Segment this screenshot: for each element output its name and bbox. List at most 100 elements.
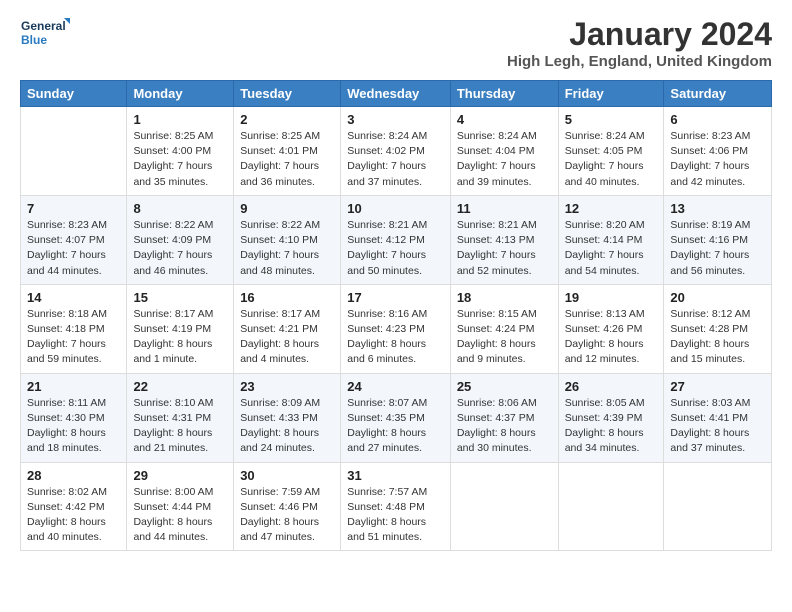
calendar-cell: 18 Sunrise: 8:15 AM Sunset: 4:24 PM Dayli… [450,284,558,373]
calendar-cell: 17Sunrise: 8:16 AM Sunset: 4:23 PM Dayli… [341,284,451,373]
day-number: 11 [457,201,552,216]
calendar-cell: 4Sunrise: 8:24 AM Sunset: 4:04 PM Daylig… [450,107,558,196]
week-row-3: 14Sunrise: 8:18 AM Sunset: 4:18 PM Dayli… [21,284,772,373]
day-number: 8 [133,201,227,216]
day-info: Sunrise: 8:18 AM Sunset: 4:18 PM Dayligh… [27,307,120,368]
logo: General Blue [20,16,70,52]
calendar-cell: 25Sunrise: 8:06 AM Sunset: 4:37 PM Dayli… [450,373,558,462]
week-row-2: 7Sunrise: 8:23 AM Sunset: 4:07 PM Daylig… [21,195,772,284]
calendar-cell: 5 Sunrise: 8:24 AM Sunset: 4:05 PM Daylig… [558,107,664,196]
day-info: Sunrise: 8:22 AM Sunset: 4:10 PM Dayligh… [240,218,334,279]
day-info: Sunrise: 8:00 AM Sunset: 4:44 PM Dayligh… [133,485,227,546]
calendar-cell: 30Sunrise: 7:59 AM Sunset: 4:46 PM Dayli… [234,462,341,551]
day-number: 29 [133,468,227,483]
day-number: 9 [240,201,334,216]
day-number: 20 [670,290,765,305]
week-row-5: 28 Sunrise: 8:02 AM Sunset: 4:42 PM Dayli… [21,462,772,551]
day-info: Sunrise: 8:06 AM Sunset: 4:37 PM Dayligh… [457,396,552,457]
logo-svg: General Blue [20,16,70,52]
day-info: Sunrise: 8:03 AM Sunset: 4:41 PM Dayligh… [670,396,765,457]
calendar-cell: 3Sunrise: 8:24 AM Sunset: 4:02 PM Daylig… [341,107,451,196]
calendar-cell: 16 Sunrise: 8:17 AM Sunset: 4:21 PM Dayli… [234,284,341,373]
calendar-cell [21,107,127,196]
header-wednesday: Wednesday [341,81,451,107]
calendar-cell: 22 Sunrise: 8:10 AM Sunset: 4:31 PM Dayli… [127,373,234,462]
calendar-cell: 9 Sunrise: 8:22 AM Sunset: 4:10 PM Daylig… [234,195,341,284]
header-friday: Friday [558,81,664,107]
day-info: Sunrise: 8:19 AM Sunset: 4:16 PM Dayligh… [670,218,765,279]
day-info: Sunrise: 8:02 AM Sunset: 4:42 PM Dayligh… [27,485,120,546]
calendar-body: 1Sunrise: 8:25 AM Sunset: 4:00 PM Daylig… [21,107,772,551]
day-info: Sunrise: 8:21 AM Sunset: 4:12 PM Dayligh… [347,218,444,279]
calendar-cell: 28 Sunrise: 8:02 AM Sunset: 4:42 PM Dayli… [21,462,127,551]
day-number: 16 [240,290,334,305]
calendar-cell: 27 Sunrise: 8:03 AM Sunset: 4:41 PM Dayli… [664,373,772,462]
day-info: Sunrise: 8:23 AM Sunset: 4:06 PM Dayligh… [670,129,765,190]
day-info: Sunrise: 8:10 AM Sunset: 4:31 PM Dayligh… [133,396,227,457]
calendar-header-row: SundayMondayTuesdayWednesdayThursdayFrid… [21,81,772,107]
header-saturday: Saturday [664,81,772,107]
calendar-cell: 26 Sunrise: 8:05 AM Sunset: 4:39 PM Dayli… [558,373,664,462]
week-row-4: 21 Sunrise: 8:11 AM Sunset: 4:30 PM Dayli… [21,373,772,462]
day-info: Sunrise: 8:17 AM Sunset: 4:19 PM Dayligh… [133,307,227,368]
header-monday: Monday [127,81,234,107]
calendar-cell [664,462,772,551]
day-number: 4 [457,112,552,127]
day-info: Sunrise: 8:21 AM Sunset: 4:13 PM Dayligh… [457,218,552,279]
day-number: 21 [27,379,120,394]
calendar-cell: 6 Sunrise: 8:23 AM Sunset: 4:06 PM Daylig… [664,107,772,196]
day-number: 27 [670,379,765,394]
day-number: 10 [347,201,444,216]
day-number: 23 [240,379,334,394]
calendar-cell: 31Sunrise: 7:57 AM Sunset: 4:48 PM Dayli… [341,462,451,551]
calendar-cell: 2 Sunrise: 8:25 AM Sunset: 4:01 PM Daylig… [234,107,341,196]
calendar-cell [450,462,558,551]
day-number: 22 [133,379,227,394]
day-info: Sunrise: 8:25 AM Sunset: 4:00 PM Dayligh… [133,129,227,190]
calendar-cell: 15 Sunrise: 8:17 AM Sunset: 4:19 PM Dayli… [127,284,234,373]
day-info: Sunrise: 8:13 AM Sunset: 4:26 PM Dayligh… [565,307,658,368]
calendar-cell: 23 Sunrise: 8:09 AM Sunset: 4:33 PM Dayli… [234,373,341,462]
day-number: 2 [240,112,334,127]
calendar-cell: 13 Sunrise: 8:19 AM Sunset: 4:16 PM Dayli… [664,195,772,284]
day-info: Sunrise: 8:15 AM Sunset: 4:24 PM Dayligh… [457,307,552,368]
page: General Blue January 2024 High Legh, Eng… [0,0,792,561]
header-tuesday: Tuesday [234,81,341,107]
calendar-cell: 7Sunrise: 8:23 AM Sunset: 4:07 PM Daylig… [21,195,127,284]
calendar-cell: 11 Sunrise: 8:21 AM Sunset: 4:13 PM Dayli… [450,195,558,284]
day-number: 15 [133,290,227,305]
day-info: Sunrise: 8:11 AM Sunset: 4:30 PM Dayligh… [27,396,120,457]
day-number: 28 [27,468,120,483]
calendar-cell: 12 Sunrise: 8:20 AM Sunset: 4:14 PM Dayli… [558,195,664,284]
location: High Legh, England, United Kingdom [507,53,772,70]
svg-text:Blue: Blue [21,33,47,47]
day-number: 18 [457,290,552,305]
day-info: Sunrise: 8:09 AM Sunset: 4:33 PM Dayligh… [240,396,334,457]
day-info: Sunrise: 8:20 AM Sunset: 4:14 PM Dayligh… [565,218,658,279]
day-number: 13 [670,201,765,216]
header-thursday: Thursday [450,81,558,107]
week-row-1: 1Sunrise: 8:25 AM Sunset: 4:00 PM Daylig… [21,107,772,196]
day-number: 19 [565,290,658,305]
calendar-cell: 14Sunrise: 8:18 AM Sunset: 4:18 PM Dayli… [21,284,127,373]
day-info: Sunrise: 7:57 AM Sunset: 4:48 PM Dayligh… [347,485,444,546]
calendar-cell: 20Sunrise: 8:12 AM Sunset: 4:28 PM Dayli… [664,284,772,373]
title-block: January 2024 High Legh, England, United … [507,16,772,70]
day-number: 7 [27,201,120,216]
day-info: Sunrise: 8:24 AM Sunset: 4:05 PM Dayligh… [565,129,658,190]
day-number: 24 [347,379,444,394]
svg-text:General: General [21,19,66,33]
calendar-cell: 1Sunrise: 8:25 AM Sunset: 4:00 PM Daylig… [127,107,234,196]
calendar-cell [558,462,664,551]
day-info: Sunrise: 8:25 AM Sunset: 4:01 PM Dayligh… [240,129,334,190]
day-number: 6 [670,112,765,127]
calendar-cell: 10 Sunrise: 8:21 AM Sunset: 4:12 PM Dayli… [341,195,451,284]
day-number: 26 [565,379,658,394]
day-info: Sunrise: 8:05 AM Sunset: 4:39 PM Dayligh… [565,396,658,457]
day-number: 12 [565,201,658,216]
day-info: Sunrise: 8:16 AM Sunset: 4:23 PM Dayligh… [347,307,444,368]
day-info: Sunrise: 7:59 AM Sunset: 4:46 PM Dayligh… [240,485,334,546]
day-info: Sunrise: 8:17 AM Sunset: 4:21 PM Dayligh… [240,307,334,368]
day-info: Sunrise: 8:22 AM Sunset: 4:09 PM Dayligh… [133,218,227,279]
day-number: 5 [565,112,658,127]
